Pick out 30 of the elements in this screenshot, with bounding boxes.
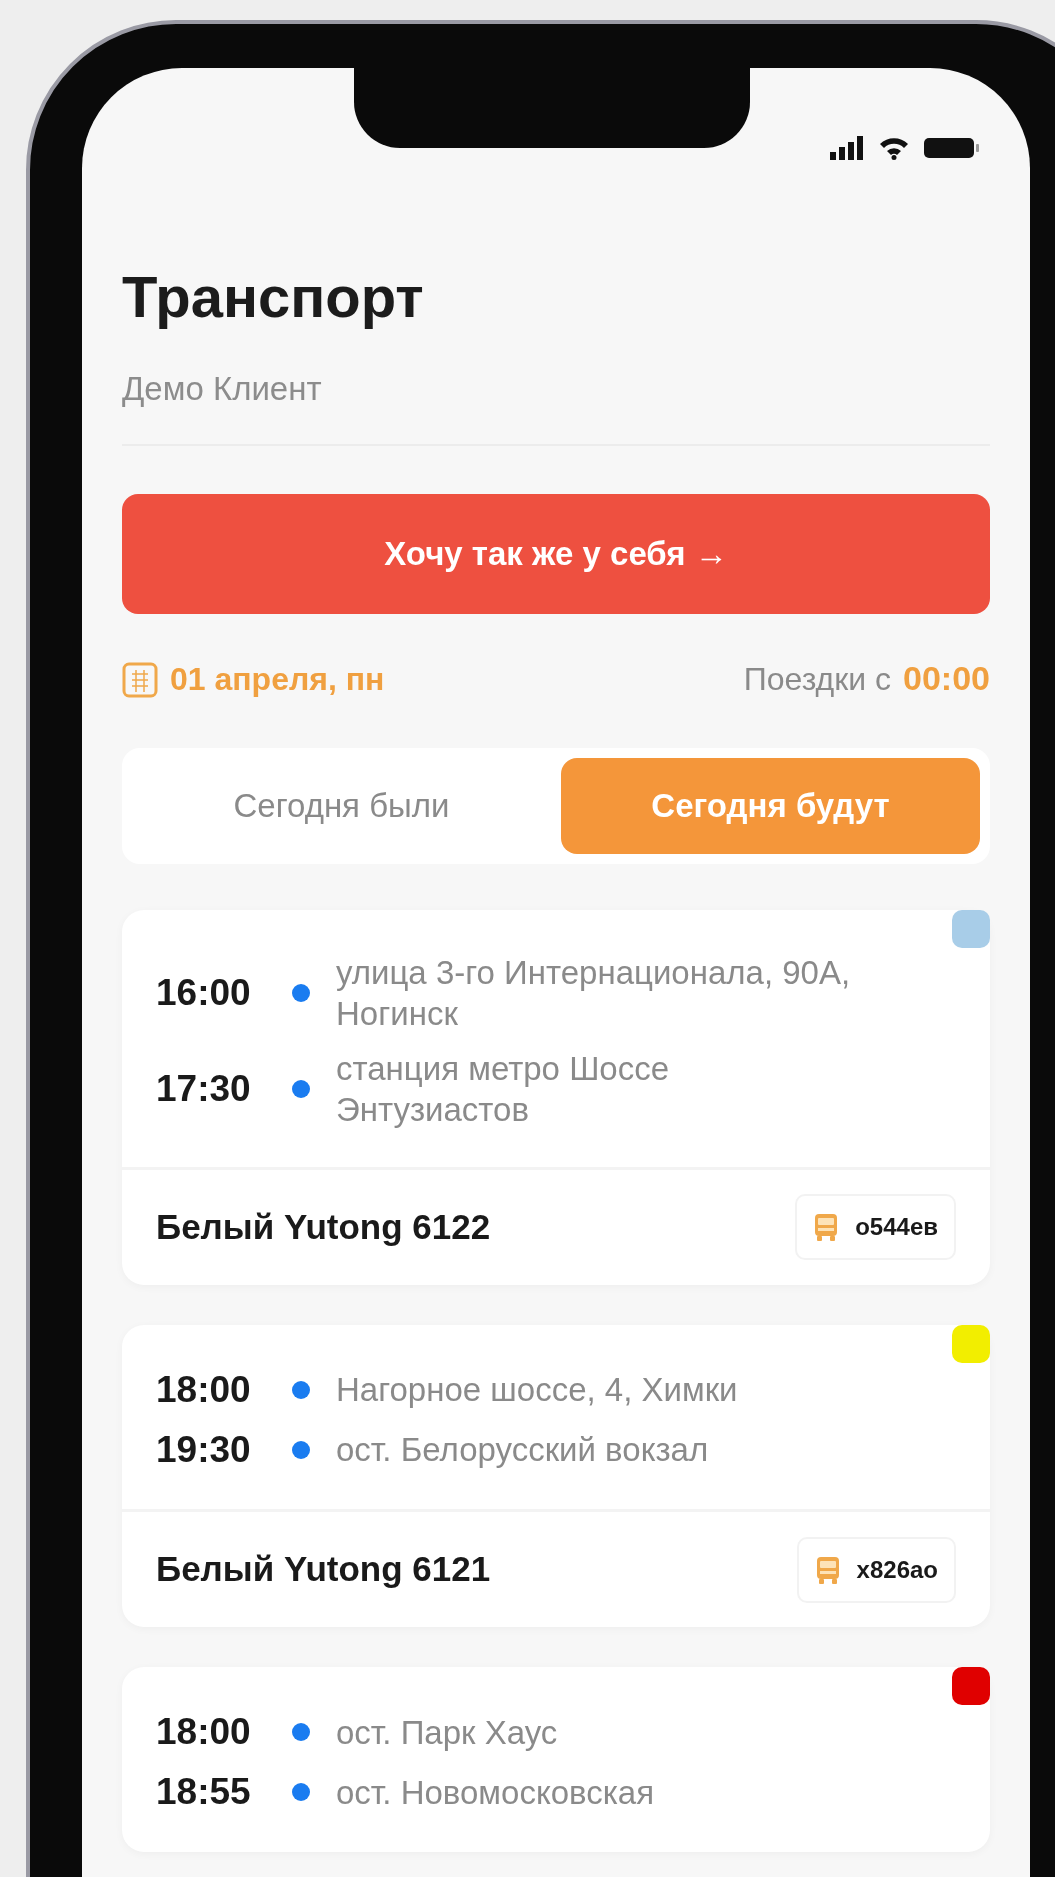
- trips-from-time[interactable]: 00:00: [903, 653, 990, 704]
- stop-address: Нагорное шоссе, 4, Химки: [336, 1370, 738, 1410]
- stop-address: ост. Парк Хаус: [336, 1712, 558, 1753]
- stop-address: ост. Белорусский вокзал: [336, 1430, 709, 1471]
- stop-address: улица 3-го Интернационала, 90А, Ногинск: [336, 952, 852, 1034]
- stop-time: 19:30: [156, 1427, 252, 1472]
- vehicle-name: Белый Yutong 6121: [156, 1548, 491, 1591]
- stop-time: 17:30: [156, 1067, 252, 1112]
- client-name: Демо Клиент: [122, 369, 323, 409]
- tab[interactable]: Сегодня будут: [561, 757, 980, 854]
- date-label[interactable]: 01 апреля, пн: [170, 654, 385, 703]
- stop-time: 18:00: [156, 1710, 252, 1754]
- wifi-icon: [878, 136, 910, 160]
- signal-icon: [830, 136, 864, 160]
- bus-icon: [814, 1554, 841, 1585]
- trip-card[interactable]: 18:00 Нагорное шоссе, 4, Химки 19:30 ост. Белорусский вокзал Белый Yutong 6121 х826ао: [122, 1324, 990, 1627]
- stop-address: ост. Новомосковская: [336, 1772, 655, 1813]
- trip-card[interactable]: 18:00 ост. Парк Хаус 18:55 ост. Новомосковская: [122, 1667, 990, 1852]
- cta-button[interactable]: Хочу так же у себя →: [122, 493, 990, 614]
- stop-address: станция метро Шоссе Энтузиастов: [336, 1049, 671, 1131]
- trips-from-label: Поездки с: [743, 660, 892, 699]
- plate-number: х826ао: [856, 1554, 938, 1585]
- stop-time: 18:55: [156, 1770, 252, 1815]
- vehicle-name: Белый Yutong 6122: [156, 1205, 491, 1248]
- battery-icon: [924, 136, 980, 160]
- stop-time: 18:00: [156, 1367, 252, 1412]
- plate-number: о544ев: [855, 1212, 938, 1242]
- bus-icon: [813, 1212, 840, 1242]
- trip-card[interactable]: 16:00 улица 3-го Интернационала, 90А, Ногинск 17:30 станция метро Шоссе Энтузиастов Белый Yutong 6122 о544ев: [122, 909, 990, 1285]
- stop-time: 16:00: [156, 970, 252, 1015]
